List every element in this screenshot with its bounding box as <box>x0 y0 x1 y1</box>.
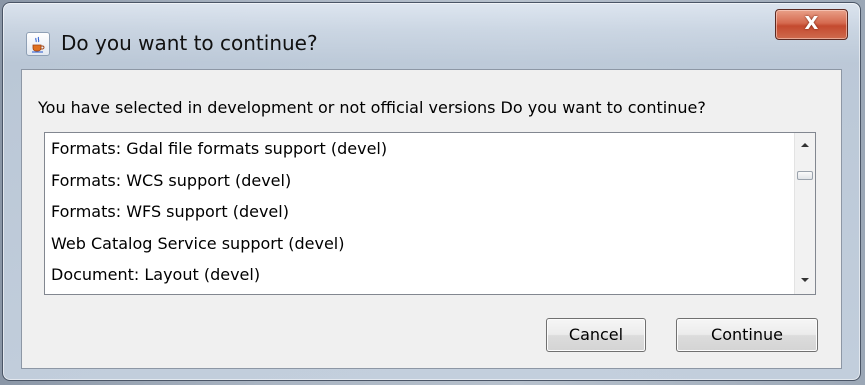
cancel-button[interactable]: Cancel <box>546 318 646 352</box>
scroll-thumb[interactable] <box>797 171 813 180</box>
dialog-message: You have selected in development or not … <box>38 98 706 117</box>
continue-button[interactable]: Continue <box>676 318 818 352</box>
scroll-down-arrow-icon[interactable] <box>795 271 815 291</box>
list-item[interactable]: Formats: WCS support (devel) <box>45 165 795 197</box>
dialog-body: You have selected in development or not … <box>21 69 842 369</box>
close-icon: X <box>804 13 819 34</box>
java-cup-icon <box>26 32 50 56</box>
plugin-list-items: Formats: Gdal file formats support (deve… <box>45 133 795 291</box>
window-title: Do you want to continue? <box>61 31 318 55</box>
scroll-up-arrow-icon[interactable] <box>795 136 815 156</box>
dialog-window: Do you want to continue? X You have sele… <box>2 2 861 381</box>
title-bar[interactable]: Do you want to continue? X <box>3 3 860 69</box>
list-item[interactable]: Formats: WFS support (devel) <box>45 196 795 228</box>
plugin-list[interactable]: Formats: Gdal file formats support (deve… <box>44 132 816 295</box>
list-item[interactable]: Document: Layout (devel) <box>45 259 795 291</box>
close-button[interactable]: X <box>775 9 848 40</box>
list-item[interactable]: Web Catalog Service support (devel) <box>45 228 795 260</box>
vertical-scrollbar[interactable] <box>794 133 815 294</box>
list-item[interactable]: Formats: Gdal file formats support (deve… <box>45 133 795 165</box>
